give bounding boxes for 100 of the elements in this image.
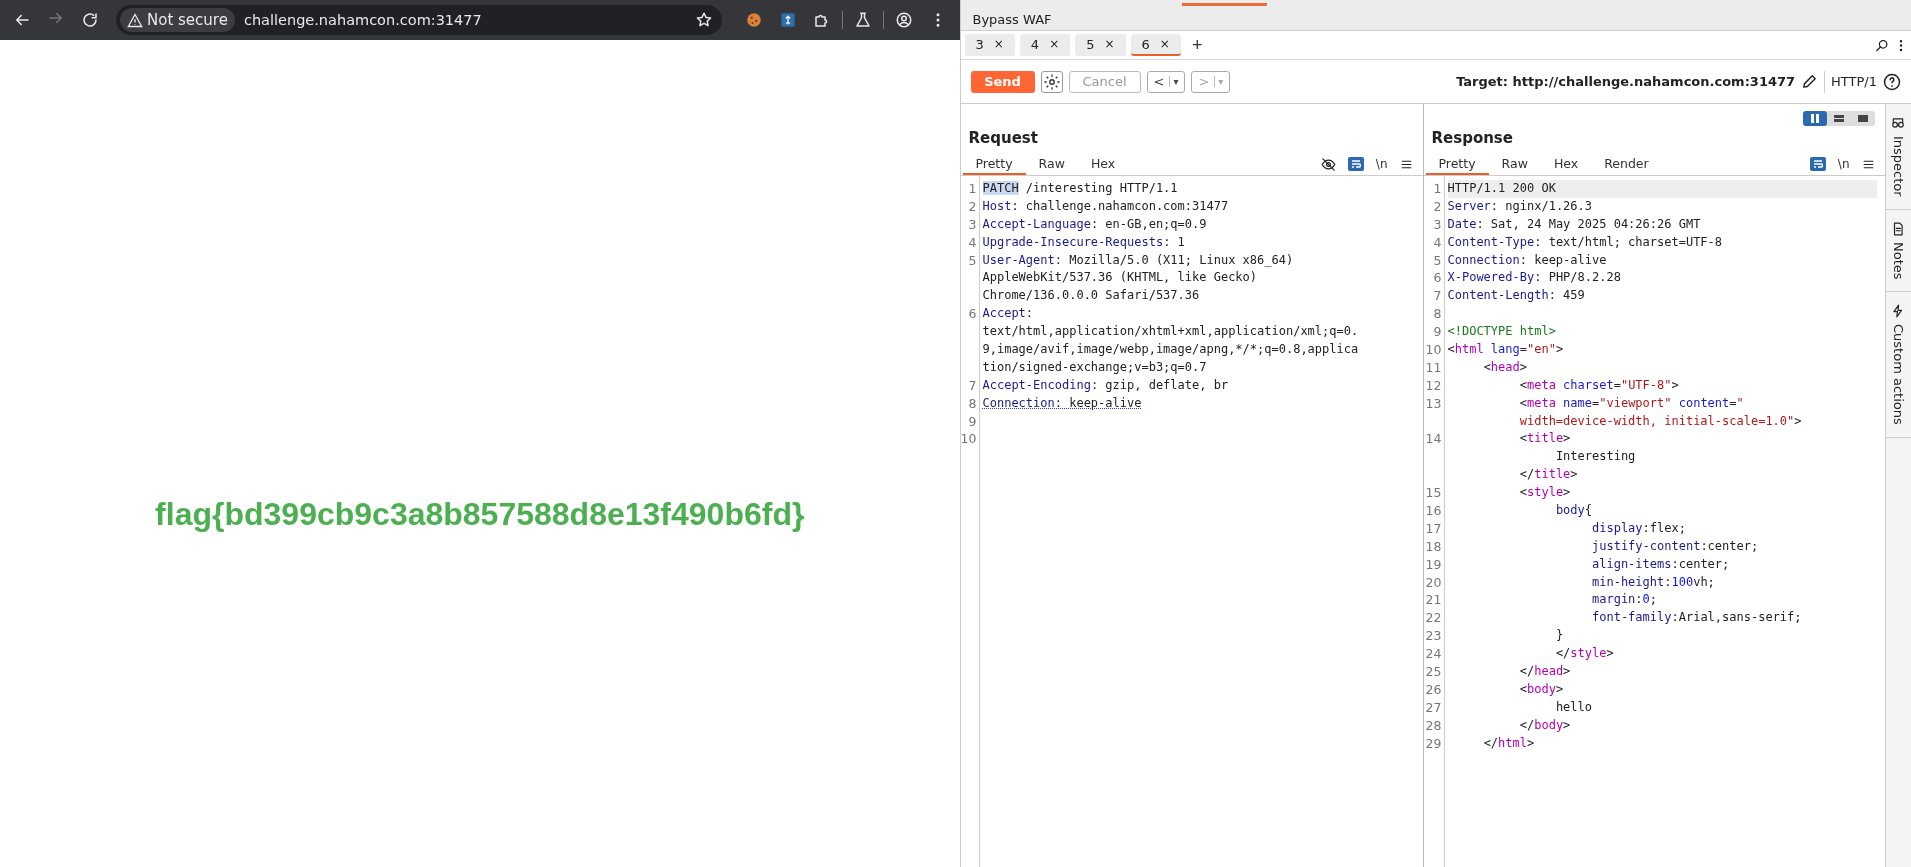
line-number: 9 [1433, 323, 1442, 342]
line-number: 20 [1425, 573, 1442, 592]
code-line: display:flex; [1591, 519, 1686, 537]
line-number: 3 [1433, 215, 1442, 234]
window-icon [1857, 114, 1868, 123]
line-number: 21 [1425, 591, 1442, 610]
line-number: 2 [968, 197, 977, 216]
line-number: 22 [1425, 609, 1442, 628]
code-line: <title> [1518, 430, 1571, 448]
code-line: <!DOCTYPE html> [1447, 323, 1556, 341]
line-number: 17 [1425, 519, 1442, 538]
layout-toggle[interactable] [1802, 111, 1827, 126]
new-tab-button[interactable]: + [1185, 34, 1209, 56]
newline-toggle[interactable]: \n [1375, 157, 1388, 171]
code-line: Accept-Encoding: gzip, deflate, br [982, 376, 1229, 394]
code-line: </style> [1554, 645, 1614, 663]
back-button[interactable]: < ▾ [1146, 70, 1186, 93]
code-line: <head> [1482, 358, 1527, 376]
address-bar[interactable]: Not secure challenge.nahamcon.com:31477 [116, 5, 722, 35]
line-number: 7 [1433, 287, 1442, 306]
line-number: 24 [1425, 645, 1442, 664]
code-line: Accept-Language: en-GB,en;q=0.9 [982, 215, 1207, 233]
code-line: User-Agent: Mozilla/5.0 (X11; Linux x86_64) [982, 251, 1294, 269]
settings-icon[interactable] [1040, 70, 1063, 93]
view-tab[interactable]: Raw [1488, 153, 1541, 175]
line-number: 5 [1433, 251, 1442, 270]
line-number: 18 [1425, 537, 1442, 556]
line-number: 14 [1425, 430, 1442, 449]
code-line: Accept: [982, 305, 1034, 323]
code-line: </title> [1518, 466, 1578, 484]
code-line: <html lang="en"> [1447, 341, 1564, 358]
code-line: font-family:Arial,sans-serif; [1591, 609, 1802, 627]
line-number: 4 [1433, 233, 1442, 252]
code-line: Connection: keep-alive [982, 394, 1142, 412]
repeater-tab[interactable]: 5 × [1075, 34, 1126, 56]
view-tab[interactable]: Hex [1540, 153, 1592, 175]
code-line: <meta name="viewport" content=" [1518, 394, 1744, 412]
code-line: PATCH /interesting HTTP/1.1 [982, 180, 1178, 197]
side-panel-tab[interactable]: Inspector [1885, 104, 1911, 210]
side-panel-tab[interactable]: Custom actions [1885, 292, 1911, 438]
tab-group-label[interactable]: Bypass WAF [972, 11, 1052, 27]
help-icon[interactable] [1883, 72, 1901, 91]
code-line: <style> [1518, 484, 1571, 502]
line-number: 19 [1425, 555, 1442, 574]
code-line: 9,image/avif,image/webp,image/apng,*/*;q=0.8,applica [982, 341, 1359, 358]
code-line: Connection: keep-alive [1447, 251, 1607, 269]
code-line: Content-Length: 459 [1447, 287, 1585, 305]
side-panel-tab[interactable]: Notes [1885, 209, 1911, 293]
line-number: 1 [968, 180, 977, 198]
code-line: Server: nginx/1.26.3 [1447, 197, 1592, 215]
code-line: } [1554, 627, 1564, 645]
line-number: 5 [968, 251, 977, 270]
columns-icon [1809, 114, 1820, 123]
line-number: 16 [1425, 502, 1442, 520]
glasses-icon[interactable] [1891, 116, 1906, 130]
line-number: 25 [1425, 663, 1442, 681]
wrap-icon[interactable] [1809, 157, 1826, 171]
view-tab[interactable]: Hex [1077, 153, 1129, 175]
code-line: margin:0; [1591, 591, 1658, 609]
code-line: align-items:center; [1591, 555, 1730, 573]
warning-icon [127, 12, 143, 28]
line-number: 12 [1425, 376, 1442, 395]
repeater-tab[interactable]: 3 × [964, 34, 1015, 56]
line-number: 1 [1433, 180, 1442, 198]
search-icon[interactable] [1875, 37, 1890, 53]
wrap-icon[interactable] [1347, 157, 1364, 171]
security-chip[interactable]: Not secure [120, 8, 235, 32]
code-line: Interesting [1554, 448, 1636, 466]
line-number: 10 [960, 430, 977, 449]
newline-toggle[interactable]: \n [1837, 157, 1850, 171]
code-line: X-Powered-By: PHP/8.2.28 [1447, 269, 1621, 287]
url-text: challenge.nahamcon.com:31477 [243, 12, 483, 28]
document-icon[interactable] [1891, 221, 1906, 236]
repeater-tab[interactable]: 6 × [1130, 34, 1181, 56]
line-number: 29 [1425, 734, 1442, 753]
code-line: body{ [1554, 502, 1592, 520]
target-label: Target: http://challenge.nahamcon.com:31477 [1456, 74, 1796, 89]
code-line: </html> [1482, 734, 1535, 752]
line-number: 15 [1425, 484, 1442, 503]
protocol-label[interactable]: HTTP/1 [1831, 74, 1877, 89]
code-line: </head> [1518, 663, 1571, 681]
view-tab[interactable]: Render [1591, 153, 1662, 175]
repeater-tab[interactable]: 4 × [1019, 34, 1071, 56]
code-line: Host: challenge.nahamcon.com:31477 [982, 197, 1229, 215]
line-number: 28 [1425, 716, 1442, 735]
code-line: text/html,application/xhtml+xml,application/xml;q=0. [982, 323, 1359, 341]
pencil-icon[interactable] [1801, 73, 1819, 90]
code-line: </body> [1518, 716, 1571, 734]
view-tab[interactable]: Raw [1025, 153, 1078, 175]
code-line: min-height:100vh; [1591, 573, 1715, 591]
line-number: 9 [968, 412, 977, 431]
line-number: 4 [968, 233, 977, 252]
code-line: justify-content:center; [1591, 537, 1759, 555]
eye-off-icon[interactable] [1320, 156, 1336, 172]
line-number: 10 [1425, 341, 1442, 359]
code-line: hello [1554, 698, 1592, 716]
code-line: Content-Type: text/html; charset=UTF-8 [1447, 233, 1723, 251]
pane-title: Request [968, 129, 1038, 147]
code-line: width=device-width, initial-scale=1.0"> [1518, 412, 1802, 430]
code-line: AppleWebKit/537.36 (KHTML, like Gecko) [982, 269, 1258, 287]
